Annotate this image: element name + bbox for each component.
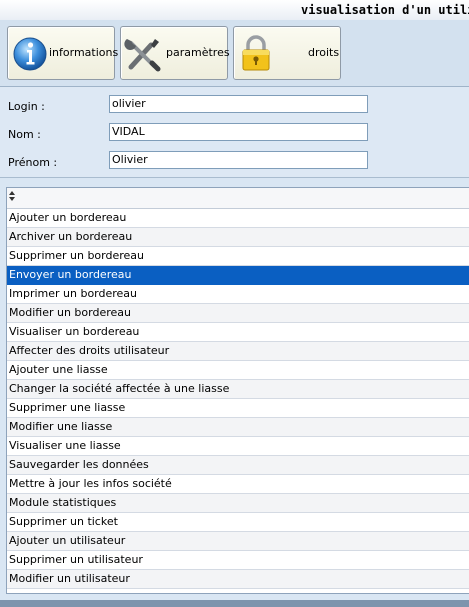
list-item[interactable]: Imprimer un bordereau	[7, 285, 469, 304]
rights-list-panel: Ajouter un bordereau Archiver un borderea…	[6, 187, 469, 594]
rights-list: Ajouter un bordereau Archiver un borderea…	[7, 209, 469, 589]
bottom-border	[0, 600, 469, 607]
list-item[interactable]: Sauvegarder les données	[7, 456, 469, 475]
nom-field[interactable]: VIDAL	[109, 123, 368, 141]
window-title: visualisation d'un utilisateur	[301, 3, 469, 17]
list-item[interactable]: Modifier un utilisateur	[7, 570, 469, 589]
list-item[interactable]: Supprimer un bordereau	[7, 247, 469, 266]
rights-list-header[interactable]	[7, 188, 469, 209]
list-item[interactable]: Module statistiques	[7, 494, 469, 513]
login-row: Login : olivier	[0, 95, 469, 119]
sort-icon[interactable]	[8, 190, 16, 202]
list-item[interactable]: Envoyer un bordereau	[7, 266, 469, 285]
list-item[interactable]: Ajouter une liasse	[7, 361, 469, 380]
nom-row: Nom : VIDAL	[0, 123, 469, 147]
prenom-label: Prénom :	[8, 156, 58, 169]
title-bar: visualisation d'un utilisateur	[0, 0, 469, 21]
login-label: Login :	[8, 100, 45, 113]
lock-icon	[242, 35, 270, 71]
prenom-field[interactable]: Olivier	[109, 151, 368, 169]
list-item[interactable]: Supprimer un utilisateur	[7, 551, 469, 570]
prenom-row: Prénom : Olivier	[0, 151, 469, 175]
user-form: Login : olivier Nom : VIDAL Prénom : Oli…	[0, 87, 469, 178]
toolbar: informations paramètres droits	[0, 20, 469, 87]
nom-label: Nom :	[8, 128, 41, 141]
list-item[interactable]: Visualiser une liasse	[7, 437, 469, 456]
list-item[interactable]: Changer la société affectée à une liasse	[7, 380, 469, 399]
droits-label: droits	[308, 46, 340, 59]
list-item[interactable]: Supprimer un ticket	[7, 513, 469, 532]
list-item[interactable]: Affecter des droits utilisateur	[7, 342, 469, 361]
list-item[interactable]: Supprimer une liasse	[7, 399, 469, 418]
info-icon	[13, 37, 47, 71]
list-item[interactable]: Visualiser un bordereau	[7, 323, 469, 342]
parametres-button[interactable]: paramètres	[120, 26, 230, 80]
parametres-label: paramètres	[166, 46, 230, 59]
informations-label: informations	[49, 46, 119, 59]
list-item[interactable]: Mettre à jour les infos société	[7, 475, 469, 494]
list-item[interactable]: Modifier un bordereau	[7, 304, 469, 323]
login-field[interactable]: olivier	[109, 95, 368, 113]
tools-icon	[124, 39, 161, 72]
list-item[interactable]: Ajouter un utilisateur	[7, 532, 469, 551]
list-item[interactable]: Ajouter un bordereau	[7, 209, 469, 228]
droits-button[interactable]: droits	[233, 26, 341, 80]
informations-button[interactable]: informations	[7, 26, 119, 80]
list-item[interactable]: Archiver un bordereau	[7, 228, 469, 247]
list-item[interactable]: Modifier une liasse	[7, 418, 469, 437]
